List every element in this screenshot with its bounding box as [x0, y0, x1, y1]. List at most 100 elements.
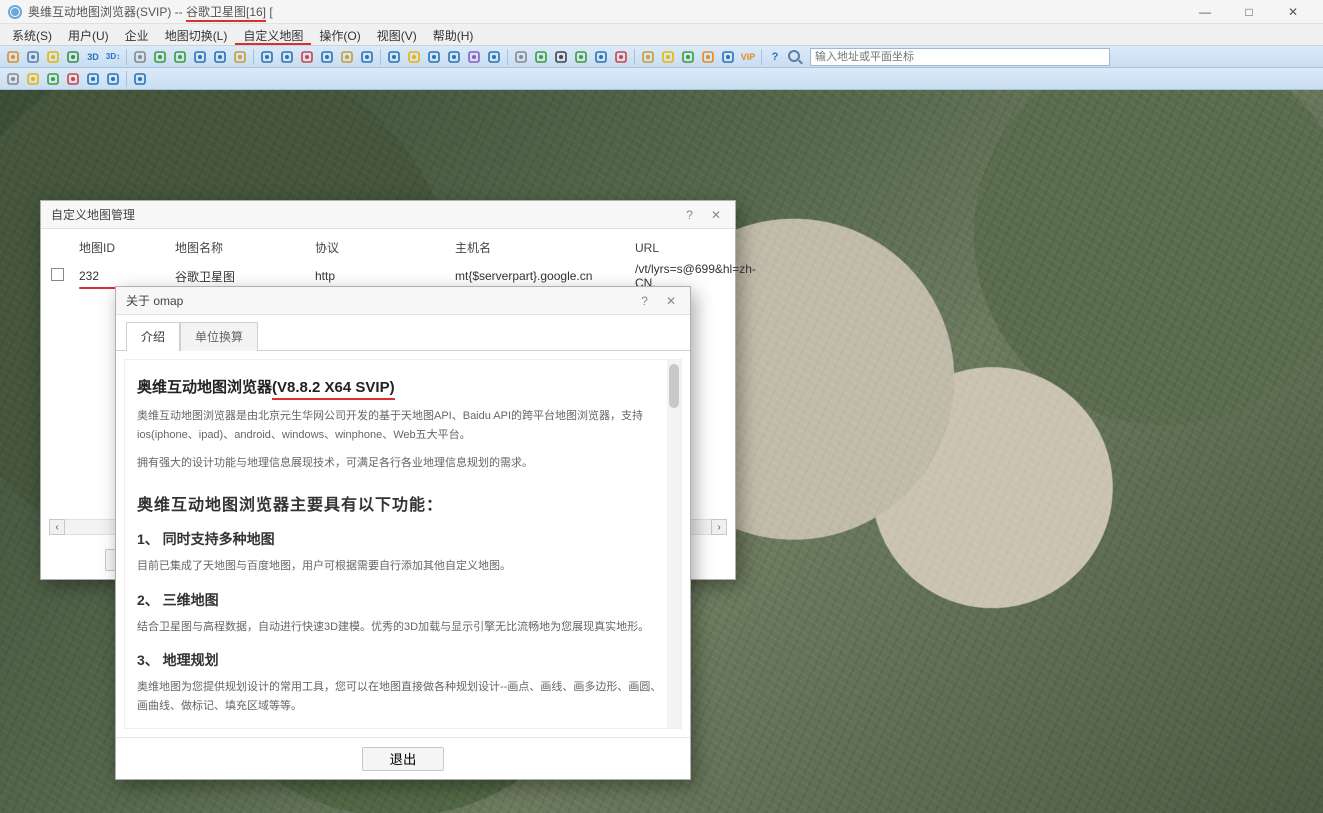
select-box-icon[interactable]: [131, 70, 149, 88]
info-icon[interactable]: [699, 48, 717, 66]
home-icon[interactable]: [4, 48, 22, 66]
target-icon[interactable]: [298, 48, 316, 66]
question-icon[interactable]: ?: [766, 48, 784, 66]
col-host[interactable]: 主机名: [455, 239, 635, 256]
feature-desc: 结合卫星图与高程数据，自动进行快速3D建模。优秀的3D加载与显示引擎无比流畅地为…: [137, 618, 669, 637]
help-icon[interactable]: ?: [637, 294, 652, 308]
scroll-left-icon[interactable]: ‹: [49, 519, 65, 535]
features-heading: 奥维互动地图浏览器主要具有以下功能：: [137, 491, 669, 515]
app-window: 奥维互动地图浏览器(SVIP) -- 谷歌卫星图[16] [ — □ ✕ 系统(…: [0, 0, 1323, 813]
maximize-button[interactable]: □: [1227, 1, 1271, 23]
about-dialog: 关于 omap ? ✕ 介绍 单位换算 奥维互动地图浏览器(V8.8.2 X64…: [115, 286, 691, 780]
scissors-icon[interactable]: [612, 48, 630, 66]
app-icon: [8, 5, 22, 19]
compass-icon[interactable]: [532, 48, 550, 66]
star-icon[interactable]: [44, 48, 62, 66]
list-icon[interactable]: [358, 48, 376, 66]
col-name[interactable]: 地图名称: [175, 239, 315, 256]
menu-视图[interactable]: 视图(V): [369, 24, 425, 45]
about-heading: 奥维互动地图浏览器(V8.8.2 X64 SVIP): [137, 376, 669, 397]
menu-操作[interactable]: 操作(O): [311, 24, 368, 45]
cell-protocol: http: [315, 269, 455, 283]
save-as-icon[interactable]: [278, 48, 296, 66]
3d-layers-icon[interactable]: 3D↕: [104, 48, 122, 66]
checklist-icon[interactable]: [385, 48, 403, 66]
user-icon[interactable]: [24, 48, 42, 66]
minimize-button[interactable]: —: [1183, 1, 1227, 23]
pin-icon[interactable]: [24, 70, 42, 88]
sync-icon[interactable]: [211, 48, 229, 66]
close-icon[interactable]: ✕: [662, 294, 680, 308]
save-icon[interactable]: [258, 48, 276, 66]
menu-系统[interactable]: 系统(S): [4, 24, 60, 45]
about-tabs: 介绍 单位换算: [116, 315, 690, 351]
row-checkbox[interactable]: [51, 268, 64, 281]
custom-map-dialog-titlebar[interactable]: 自定义地图管理 ? ✕: [41, 201, 735, 229]
unlock-icon[interactable]: [512, 48, 530, 66]
refresh-icon[interactable]: [191, 48, 209, 66]
menu-bar: 系统(S)用户(U)企业地图切换(L)自定义地图操作(O)视图(V)帮助(H): [0, 24, 1323, 46]
tab-unit-convert[interactable]: 单位换算: [180, 322, 258, 351]
feature-heading: 3、 地理规划: [137, 650, 669, 670]
about-body[interactable]: 奥维互动地图浏览器(V8.8.2 X64 SVIP) 奥维互动地图浏览器是由北京…: [124, 359, 682, 729]
menu-用户[interactable]: 用户(U): [60, 24, 117, 45]
title-bar[interactable]: 奥维互动地图浏览器(SVIP) -- 谷歌卫星图[16] [ — □ ✕: [0, 0, 1323, 24]
grid-icon[interactable]: [64, 48, 82, 66]
scroll-right-icon[interactable]: ›: [711, 519, 727, 535]
redo-icon[interactable]: [171, 48, 189, 66]
menu-自定义地图[interactable]: 自定义地图: [235, 24, 311, 45]
flag-icon[interactable]: [405, 48, 423, 66]
folder-check-icon[interactable]: [338, 48, 356, 66]
crop-icon[interactable]: [104, 70, 122, 88]
lasso-add-icon[interactable]: [44, 70, 62, 88]
search-input[interactable]: [810, 48, 1110, 66]
close-icon[interactable]: ✕: [707, 208, 725, 222]
cell-name: 谷歌卫星图: [175, 270, 235, 284]
toolbar-row-2: [0, 68, 1323, 90]
cell-host: mt{$serverpart}.google.cn: [455, 269, 635, 283]
3d-icon[interactable]: 3D: [84, 48, 102, 66]
zoom-fit-icon[interactable]: [84, 70, 102, 88]
info-blue-icon[interactable]: [719, 48, 737, 66]
col-id[interactable]: 地图ID: [79, 239, 175, 256]
col-protocol[interactable]: 协议: [315, 239, 455, 256]
exit-button[interactable]: 退出: [362, 747, 444, 771]
chart-icon[interactable]: [679, 48, 697, 66]
about-paragraph: 奥维互动地图浏览器是由北京元生华网公司开发的基于天地图API、Baidu API…: [137, 407, 669, 444]
polyline-icon[interactable]: [425, 48, 443, 66]
search-icon[interactable]: [786, 48, 804, 66]
eye-icon[interactable]: [318, 48, 336, 66]
ruler-icon[interactable]: [639, 48, 657, 66]
marker-yellow-icon[interactable]: [659, 48, 677, 66]
gear-icon[interactable]: [4, 70, 22, 88]
cell-id: 232: [79, 269, 99, 283]
feature-desc: 目前已集成了天地图与百度地图，用户可根据需要自行添加其他自定义地图。: [137, 557, 669, 576]
about-dialog-titlebar[interactable]: 关于 omap ? ✕: [116, 287, 690, 315]
about-dialog-title: 关于 omap: [126, 292, 637, 309]
copy-icon[interactable]: [592, 48, 610, 66]
open-icon[interactable]: [231, 48, 249, 66]
map-canvas[interactable]: 自定义地图管理 ? ✕ 地图ID 地图名称 协议 主机名 URL 232: [0, 90, 1323, 813]
wrench-icon[interactable]: [131, 48, 149, 66]
lasso-sub-icon[interactable]: [64, 70, 82, 88]
scroll-thumb[interactable]: [669, 364, 679, 408]
vip-icon[interactable]: VIP: [739, 48, 757, 66]
shapes-icon[interactable]: [465, 48, 483, 66]
feature-heading: 2、 三维地图: [137, 590, 669, 610]
vertical-scrollbar[interactable]: [667, 360, 681, 728]
circle-icon[interactable]: [485, 48, 503, 66]
polygon-icon[interactable]: [445, 48, 463, 66]
help-icon[interactable]: ?: [682, 208, 697, 222]
menu-帮助[interactable]: 帮助(H): [425, 24, 482, 45]
feature-desc: 奥维地图为您提供规划设计的常用工具，您可以在地图直接做各种规划设计--画点、画线…: [137, 678, 669, 715]
text-icon[interactable]: [552, 48, 570, 66]
undo-icon[interactable]: [151, 48, 169, 66]
col-url[interactable]: URL: [635, 241, 725, 255]
image-icon[interactable]: [572, 48, 590, 66]
close-button[interactable]: ✕: [1271, 1, 1315, 23]
table-header-row: 地图ID 地图名称 协议 主机名 URL: [51, 239, 725, 260]
menu-企业[interactable]: 企业: [117, 24, 157, 45]
tab-intro[interactable]: 介绍: [126, 322, 180, 351]
toolbar-row-1: 3D3D↕ VIP?: [0, 46, 1323, 68]
menu-地图切换[interactable]: 地图切换(L): [157, 24, 236, 45]
